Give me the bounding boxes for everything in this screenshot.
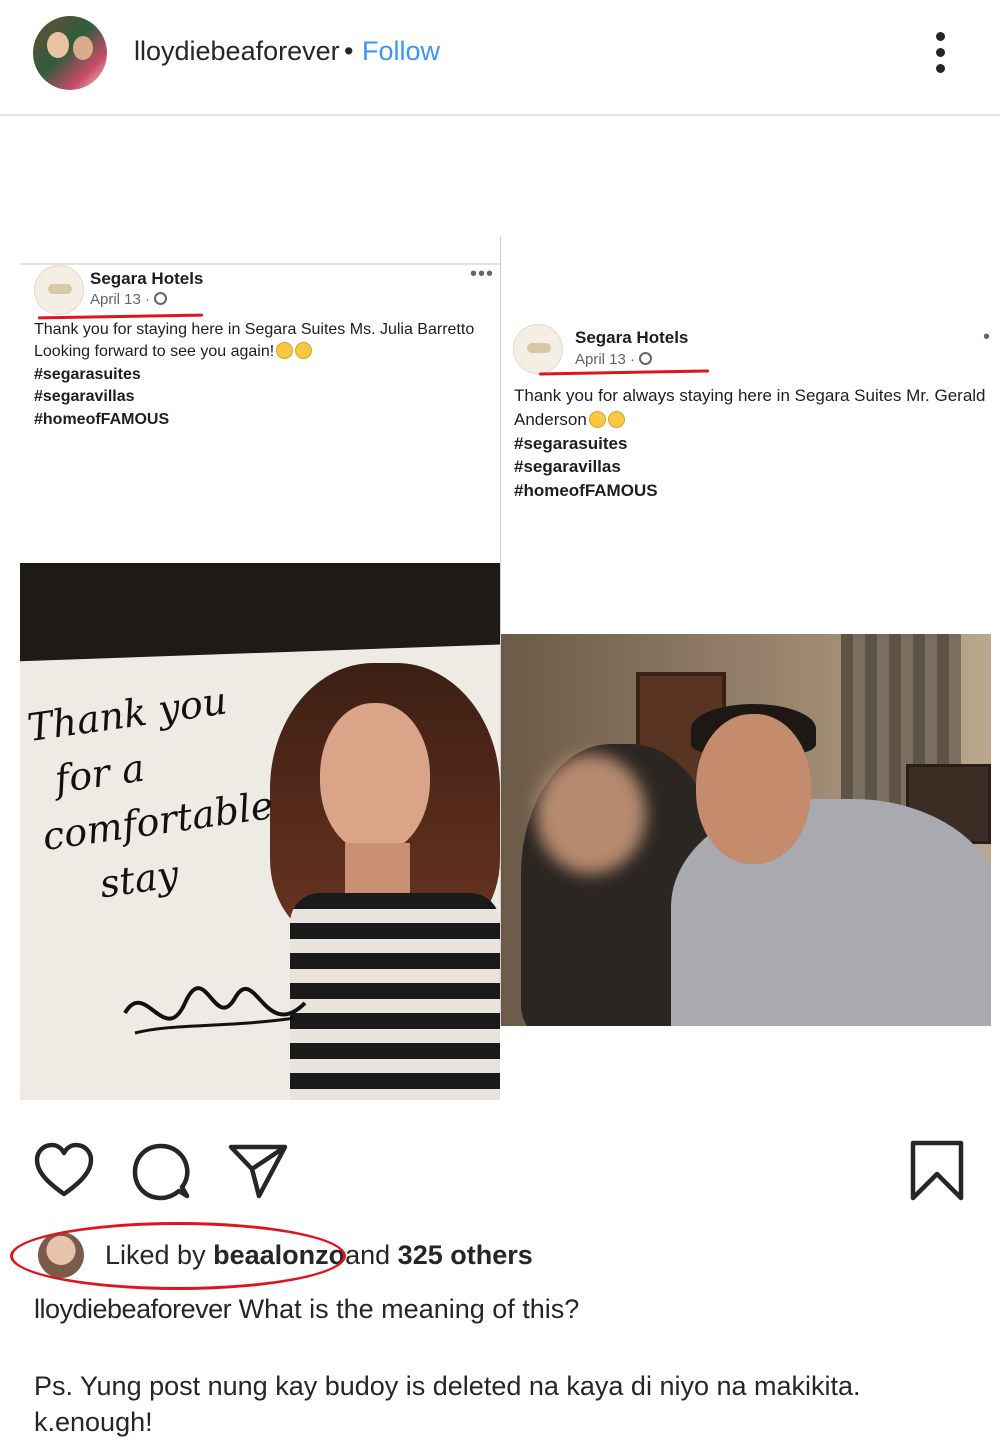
- red-circle-annotation: [10, 1222, 346, 1290]
- emoji-icon: [607, 410, 625, 428]
- julia-barretto-photo: Thank you for a comfortable stay: [20, 563, 500, 1100]
- likes-row[interactable]: Liked by beaalonzoand 325 others: [0, 1222, 1000, 1292]
- page-name: Segara Hotels: [90, 269, 204, 288]
- more-options-icon[interactable]: [930, 32, 950, 74]
- post-text: Thank you for staying here in Segara Sui…: [34, 319, 489, 431]
- hashtag: #segarasuites: [514, 433, 628, 453]
- others-count[interactable]: 325 others: [398, 1240, 533, 1270]
- red-underline-annotation: [538, 369, 710, 376]
- separator-dot: •: [344, 36, 354, 66]
- post-caption: Thank you for staying here in Segara Sui…: [34, 321, 475, 361]
- post-caption: Thank you for always staying here in Seg…: [514, 386, 986, 429]
- post-caption-line: lloydiebeaforever What is the meaning of…: [34, 1294, 579, 1325]
- caption-ps: Ps. Yung post nung kay budoy is deleted …: [34, 1371, 861, 1438]
- fb-more-icon: •••: [470, 263, 495, 285]
- hashtag: #segaravillas: [514, 457, 621, 477]
- heart-icon[interactable]: [34, 1142, 94, 1200]
- hashtag: #homeofFAMOUS: [514, 481, 658, 501]
- post-date: April 13 ·: [575, 351, 653, 368]
- facebook-post-right: Segara Hotels April 13 · • Thank you for…: [500, 236, 992, 1026]
- hashtag: #segaravillas: [34, 388, 135, 406]
- facebook-post-left: Segara Hotels April 13 · ••• Thank you f…: [20, 263, 500, 1100]
- post-header: lloydiebeaforever • Follow: [0, 0, 1000, 116]
- follow-button[interactable]: Follow: [362, 36, 440, 67]
- photo-face: [320, 703, 430, 853]
- comment-icon[interactable]: [132, 1143, 190, 1201]
- post-image[interactable]: Segara Hotels April 13 · ••• Thank you f…: [0, 118, 1000, 1128]
- page-logo: [513, 324, 563, 374]
- share-icon[interactable]: [228, 1143, 288, 1199]
- striped-dress: [290, 893, 500, 1100]
- hashtag: #segarasuites: [34, 365, 141, 383]
- emoji-icon: [295, 342, 313, 360]
- avatar-face: [73, 36, 93, 60]
- post-date: April 13 ·: [90, 291, 168, 308]
- globe-icon: [639, 352, 653, 365]
- page-logo: [34, 265, 84, 315]
- caption-text: What is the meaning of this?: [231, 1294, 580, 1324]
- page-name: Segara Hotels: [575, 328, 689, 347]
- emoji-icon: [588, 410, 606, 428]
- emoji-icon: [276, 342, 294, 360]
- handwritten-note: Thank you for a comfortable stay: [24, 678, 276, 907]
- profile-avatar[interactable]: [33, 16, 107, 90]
- blurred-face: [536, 754, 646, 874]
- username-link[interactable]: lloydiebeaforever: [134, 36, 340, 67]
- photo-face: [696, 714, 811, 864]
- bookmark-icon[interactable]: [910, 1140, 964, 1202]
- avatar-face: [47, 32, 69, 58]
- signature-scribble: [123, 986, 307, 1035]
- caption-username[interactable]: lloydiebeaforever: [34, 1294, 232, 1324]
- globe-icon: [154, 292, 168, 305]
- fb-more-icon: •: [983, 326, 992, 348]
- gerald-anderson-photo: [501, 634, 991, 1026]
- hashtag: #homeofFAMOUS: [34, 410, 170, 428]
- post-text: Thank you for always staying here in Seg…: [514, 384, 989, 503]
